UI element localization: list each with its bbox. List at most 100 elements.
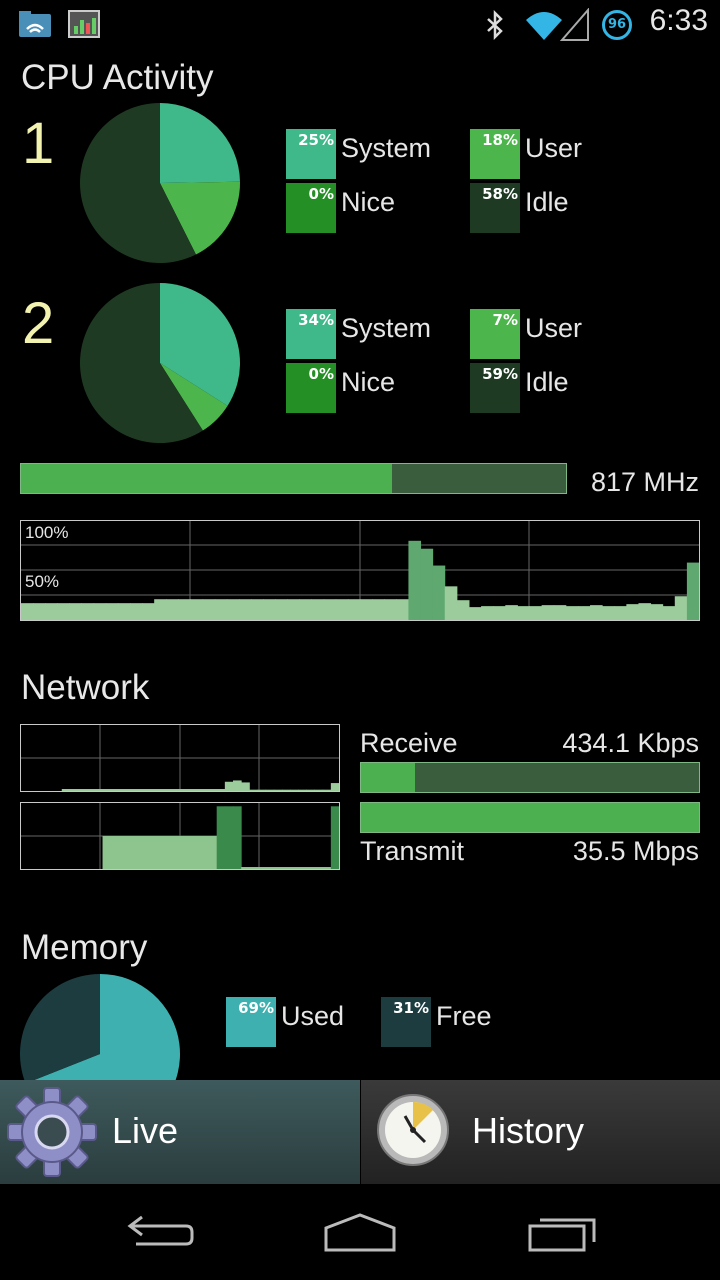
free-pct: 31% [393,999,429,1017]
tab-history[interactable]: History [361,1080,720,1184]
bluetooth-icon [487,10,503,40]
system-swatch: 34% [286,309,336,359]
history-bar [281,867,291,869]
history-bar [135,836,144,869]
history-bar [110,836,120,869]
history-bar [674,596,688,620]
used-pct: 69% [238,999,274,1017]
used-label: Used [281,1001,345,1031]
battery-level-badge: 96 [602,10,632,40]
history-bar [275,599,288,620]
system-label: System [341,313,432,343]
history-bar [529,606,543,620]
history-bar [142,603,155,620]
free-label: Free [436,1001,492,1031]
history-bar [175,836,185,869]
history-bar [192,836,201,869]
cpu-frequency-bar [20,463,567,494]
core-number: 2 [22,291,55,356]
history-bar [493,606,506,620]
history-bar [117,603,131,620]
history-bar [154,599,167,620]
history-bar [159,836,169,869]
tab-live[interactable]: Live [0,1080,360,1184]
history-bar [184,836,193,869]
history-bar [118,789,128,791]
user-pct: 7% [492,311,518,329]
history-bar [299,599,313,620]
history-bar [33,603,46,620]
history-bar [224,781,234,791]
receive-history-plot [21,725,339,791]
back-button[interactable] [122,1214,196,1254]
status-bar: 96 6:33 [0,0,720,50]
history-bar [638,603,652,620]
history-bar [265,789,275,791]
navigation-bar [0,1184,720,1280]
history-bar [86,789,95,791]
history-bar [541,605,555,620]
history-bar [314,789,324,791]
home-button[interactable] [322,1212,398,1254]
history-bar [432,565,446,620]
history-bar [57,603,70,620]
history-bar [216,806,226,869]
history-bar [105,603,119,620]
receive-bar [360,762,700,793]
core-1-pie-chart [80,103,240,263]
history-bar [505,605,518,620]
history-bar [335,599,349,620]
history-bar [129,603,143,620]
history-bar [602,606,615,620]
history-bar [200,789,210,791]
system-pct: 34% [298,311,334,329]
history-bar [298,867,307,869]
cpu-monitor-icon [68,10,100,38]
gear-icon [7,1087,97,1177]
history-bar [384,599,397,620]
nice-label: Nice [341,187,396,217]
history-bar [135,789,144,791]
nice-swatch: 0% [286,183,336,233]
cell-signal-icon [560,8,589,41]
history-bar [102,836,112,869]
network-section-title: Network [21,668,150,707]
pie-slice-system [160,103,240,183]
history-bar [159,789,169,791]
history-bar [330,806,339,869]
nice-label: Nice [341,367,396,397]
memory-content: 69% Used 31% Free [0,970,720,1080]
history-bar [238,599,252,620]
history-bar [396,599,409,620]
wifi-signal-icon [526,12,562,40]
cpu-frequency-value: 817 MHz [590,467,699,497]
cpu-frequency-fill [21,464,392,493]
idle-pct: 59% [482,365,518,383]
history-bar [167,789,177,791]
history-bar [650,604,664,620]
graph-label-100: 100% [25,523,69,542]
recent-apps-button[interactable] [524,1212,600,1254]
history-bar [306,789,316,791]
history-bar [322,789,332,791]
history-bar [263,599,276,620]
receive-history-graph [20,724,340,792]
history-bar [456,600,470,620]
history-bar [323,599,337,620]
cpu-history-plot [21,521,699,620]
history-bar [565,606,579,620]
history-bar [257,867,267,869]
history-bar [94,789,104,791]
core-2-pie-chart [79,283,240,443]
transmit-label: Transmit [360,836,465,866]
history-bar [118,836,128,869]
history-bar [241,782,250,791]
core-number: 1 [22,111,55,176]
transmit-history-graph [20,802,340,870]
history-bar [151,836,161,869]
system-label: System [341,133,432,163]
transmit-history-plot [21,803,339,869]
history-bar [184,789,193,791]
history-bar [265,867,275,869]
history-bar [444,586,458,620]
